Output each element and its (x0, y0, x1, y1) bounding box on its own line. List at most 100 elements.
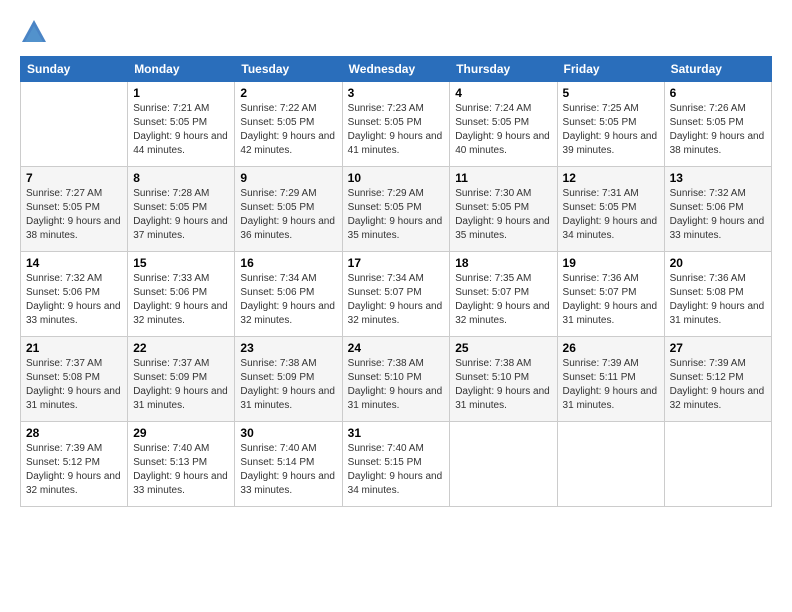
calendar-cell: 26 Sunrise: 7:39 AMSunset: 5:11 PMDayligh… (557, 337, 664, 422)
day-number: 22 (133, 341, 229, 355)
day-info: Sunrise: 7:40 AMSunset: 5:13 PMDaylight:… (133, 442, 229, 498)
calendar-cell (557, 422, 664, 507)
calendar-cell: 31 Sunrise: 7:40 AMSunset: 5:15 PMDayligh… (342, 422, 450, 507)
calendar-cell (664, 422, 771, 507)
calendar-cell: 5 Sunrise: 7:25 AMSunset: 5:05 PMDaylight… (557, 82, 664, 167)
day-number: 20 (670, 256, 766, 270)
calendar-cell: 24 Sunrise: 7:38 AMSunset: 5:10 PMDayligh… (342, 337, 450, 422)
day-info: Sunrise: 7:39 AMSunset: 5:11 PMDaylight:… (563, 357, 659, 413)
day-info: Sunrise: 7:32 AMSunset: 5:06 PMDaylight:… (26, 272, 122, 328)
calendar-cell: 15 Sunrise: 7:33 AMSunset: 5:06 PMDayligh… (128, 252, 235, 337)
calendar-cell: 29 Sunrise: 7:40 AMSunset: 5:13 PMDayligh… (128, 422, 235, 507)
calendar-week-row: 21Sunrise: 7:37 AMSunset: 5:08 PMDayligh… (21, 337, 772, 422)
calendar-cell: 22 Sunrise: 7:37 AMSunset: 5:09 PMDayligh… (128, 337, 235, 422)
day-info: Sunrise: 7:36 AMSunset: 5:07 PMDaylight:… (563, 272, 659, 328)
page: SundayMondayTuesdayWednesdayThursdayFrid… (0, 0, 792, 612)
calendar-cell: 12 Sunrise: 7:31 AMSunset: 5:05 PMDayligh… (557, 167, 664, 252)
calendar-cell: 7Sunrise: 7:27 AMSunset: 5:05 PMDaylight… (21, 167, 128, 252)
calendar-cell: 14 Sunrise: 7:32 AMSunset: 5:06 PMDayligh… (21, 252, 128, 337)
day-info: Sunrise: 7:30 AMSunset: 5:05 PMDaylight:… (455, 187, 551, 243)
day-number: 26 (563, 341, 659, 355)
calendar-cell: 17 Sunrise: 7:34 AMSunset: 5:07 PMDayligh… (342, 252, 450, 337)
day-number: 15 (133, 256, 229, 270)
day-info: Sunrise: 7:39 AMSunset: 5:12 PMDaylight:… (26, 442, 122, 498)
day-number: 2 (240, 86, 336, 100)
day-info: Sunrise: 7:37 AMSunset: 5:08 PMDaylight:… (26, 357, 122, 413)
day-number: 29 (133, 426, 229, 440)
calendar-week-row: 1 Sunrise: 7:21 AMSunset: 5:05 PMDaylight… (21, 82, 772, 167)
calendar-cell: 16Sunrise: 7:34 AMSunset: 5:06 PMDayligh… (235, 252, 342, 337)
day-info: Sunrise: 7:34 AMSunset: 5:06 PMDaylight:… (240, 272, 336, 328)
day-info: Sunrise: 7:40 AMSunset: 5:14 PMDaylight:… (240, 442, 336, 498)
day-info: Sunrise: 7:36 AMSunset: 5:08 PMDaylight:… (670, 272, 766, 328)
weekday-header-monday: Monday (128, 57, 235, 82)
day-info: Sunrise: 7:35 AMSunset: 5:07 PMDaylight:… (455, 272, 551, 328)
day-number: 8 (133, 171, 229, 185)
day-number: 9 (240, 171, 336, 185)
day-number: 28 (26, 426, 122, 440)
calendar-cell: 6 Sunrise: 7:26 AMSunset: 5:05 PMDaylight… (664, 82, 771, 167)
calendar-cell: 8 Sunrise: 7:28 AMSunset: 5:05 PMDaylight… (128, 167, 235, 252)
day-number: 12 (563, 171, 659, 185)
day-info: Sunrise: 7:25 AMSunset: 5:05 PMDaylight:… (563, 102, 659, 158)
day-number: 17 (348, 256, 445, 270)
calendar-header-row: SundayMondayTuesdayWednesdayThursdayFrid… (21, 57, 772, 82)
calendar-cell: 2 Sunrise: 7:22 AMSunset: 5:05 PMDaylight… (235, 82, 342, 167)
logo (20, 18, 52, 46)
day-number: 3 (348, 86, 445, 100)
day-number: 13 (670, 171, 766, 185)
calendar-cell: 4Sunrise: 7:24 AMSunset: 5:05 PMDaylight… (450, 82, 557, 167)
day-number: 31 (348, 426, 445, 440)
day-number: 30 (240, 426, 336, 440)
calendar-cell: 25Sunrise: 7:38 AMSunset: 5:10 PMDayligh… (450, 337, 557, 422)
day-info: Sunrise: 7:40 AMSunset: 5:15 PMDaylight:… (348, 442, 445, 498)
day-info: Sunrise: 7:32 AMSunset: 5:06 PMDaylight:… (670, 187, 766, 243)
day-info: Sunrise: 7:38 AMSunset: 5:10 PMDaylight:… (348, 357, 445, 413)
calendar-cell: 21Sunrise: 7:37 AMSunset: 5:08 PMDayligh… (21, 337, 128, 422)
calendar-week-row: 28 Sunrise: 7:39 AMSunset: 5:12 PMDayligh… (21, 422, 772, 507)
day-number: 14 (26, 256, 122, 270)
day-info: Sunrise: 7:23 AMSunset: 5:05 PMDaylight:… (348, 102, 445, 158)
calendar-cell: 11 Sunrise: 7:30 AMSunset: 5:05 PMDayligh… (450, 167, 557, 252)
calendar: SundayMondayTuesdayWednesdayThursdayFrid… (20, 56, 772, 507)
day-number: 1 (133, 86, 229, 100)
day-info: Sunrise: 7:24 AMSunset: 5:05 PMDaylight:… (455, 102, 551, 158)
day-number: 18 (455, 256, 551, 270)
weekday-header-thursday: Thursday (450, 57, 557, 82)
day-number: 27 (670, 341, 766, 355)
day-info: Sunrise: 7:26 AMSunset: 5:05 PMDaylight:… (670, 102, 766, 158)
weekday-header-saturday: Saturday (664, 57, 771, 82)
calendar-cell: 10 Sunrise: 7:29 AMSunset: 5:05 PMDayligh… (342, 167, 450, 252)
calendar-cell: 28 Sunrise: 7:39 AMSunset: 5:12 PMDayligh… (21, 422, 128, 507)
day-info: Sunrise: 7:39 AMSunset: 5:12 PMDaylight:… (670, 357, 766, 413)
calendar-cell: 18 Sunrise: 7:35 AMSunset: 5:07 PMDayligh… (450, 252, 557, 337)
day-number: 5 (563, 86, 659, 100)
day-info: Sunrise: 7:22 AMSunset: 5:05 PMDaylight:… (240, 102, 336, 158)
calendar-cell (450, 422, 557, 507)
day-info: Sunrise: 7:37 AMSunset: 5:09 PMDaylight:… (133, 357, 229, 413)
calendar-week-row: 7Sunrise: 7:27 AMSunset: 5:05 PMDaylight… (21, 167, 772, 252)
day-info: Sunrise: 7:29 AMSunset: 5:05 PMDaylight:… (348, 187, 445, 243)
day-number: 10 (348, 171, 445, 185)
day-info: Sunrise: 7:31 AMSunset: 5:05 PMDaylight:… (563, 187, 659, 243)
day-number: 6 (670, 86, 766, 100)
day-info: Sunrise: 7:29 AMSunset: 5:05 PMDaylight:… (240, 187, 336, 243)
calendar-cell: 13 Sunrise: 7:32 AMSunset: 5:06 PMDayligh… (664, 167, 771, 252)
day-info: Sunrise: 7:34 AMSunset: 5:07 PMDaylight:… (348, 272, 445, 328)
weekday-header-friday: Friday (557, 57, 664, 82)
calendar-week-row: 14 Sunrise: 7:32 AMSunset: 5:06 PMDayligh… (21, 252, 772, 337)
day-info: Sunrise: 7:27 AMSunset: 5:05 PMDaylight:… (26, 187, 122, 243)
day-number: 24 (348, 341, 445, 355)
calendar-cell: 3 Sunrise: 7:23 AMSunset: 5:05 PMDaylight… (342, 82, 450, 167)
day-info: Sunrise: 7:28 AMSunset: 5:05 PMDaylight:… (133, 187, 229, 243)
day-number: 19 (563, 256, 659, 270)
weekday-header-tuesday: Tuesday (235, 57, 342, 82)
day-number: 23 (240, 341, 336, 355)
calendar-cell: 27 Sunrise: 7:39 AMSunset: 5:12 PMDayligh… (664, 337, 771, 422)
day-info: Sunrise: 7:21 AMSunset: 5:05 PMDaylight:… (133, 102, 229, 158)
day-number: 11 (455, 171, 551, 185)
day-info: Sunrise: 7:33 AMSunset: 5:06 PMDaylight:… (133, 272, 229, 328)
calendar-cell: 9 Sunrise: 7:29 AMSunset: 5:05 PMDaylight… (235, 167, 342, 252)
header (20, 18, 772, 46)
calendar-cell: 19 Sunrise: 7:36 AMSunset: 5:07 PMDayligh… (557, 252, 664, 337)
